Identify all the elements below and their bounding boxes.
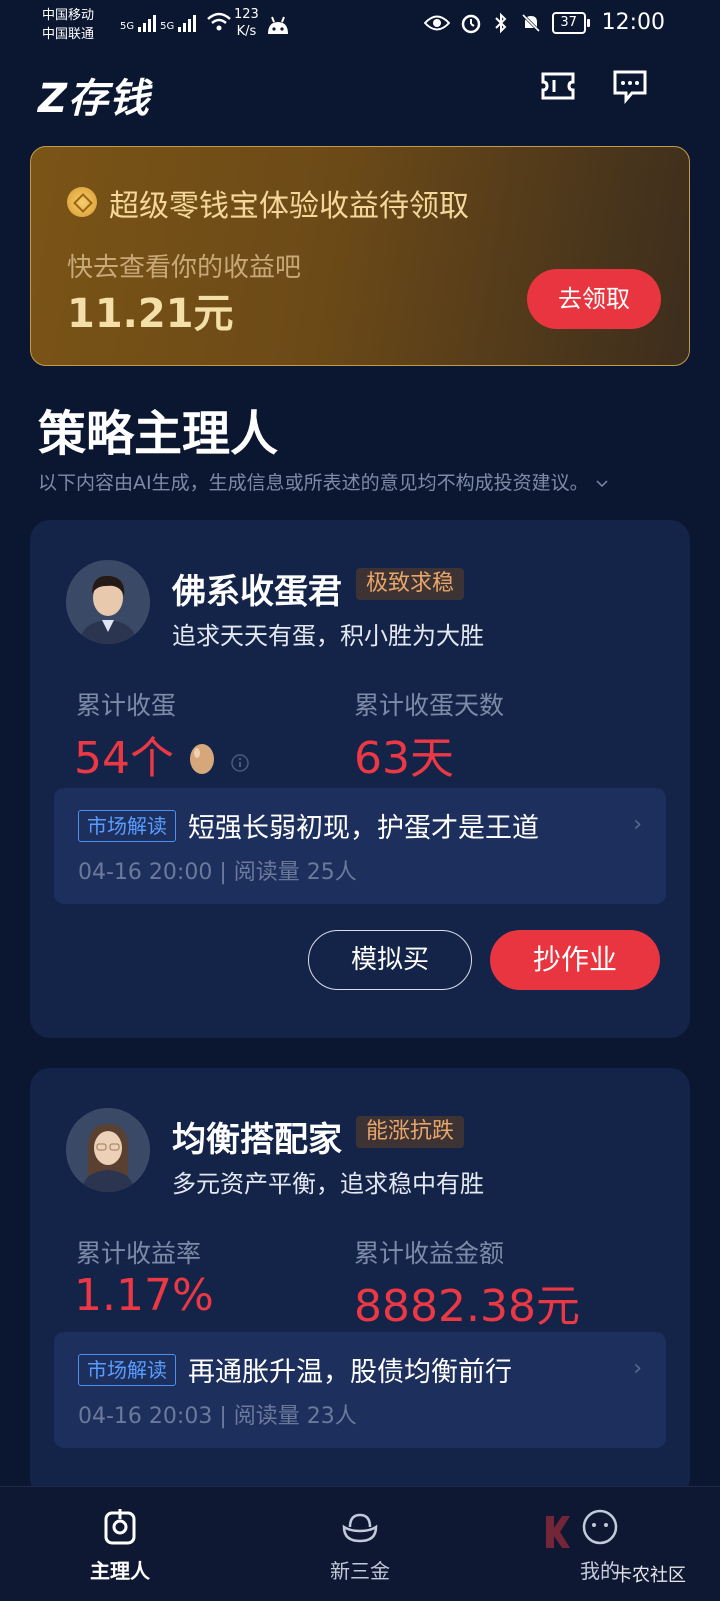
copy-strategy-button[interactable]: 抄作业: [490, 930, 660, 990]
news-meta: 04-16 20:00 | 阅读量 25人: [78, 860, 357, 885]
stat2-value: 8882.38元: [354, 1281, 580, 1332]
news-title: 短强长弱初现，护蛋才是王道: [188, 813, 539, 844]
eye-icon: [423, 15, 450, 30]
stat2-value: 63天: [354, 733, 454, 784]
news-badge: 市场解读: [78, 1354, 176, 1386]
news-title: 再通胀升温，股债均衡前行: [188, 1357, 512, 1388]
news-meta: 04-16 20:03 | 阅读量 23人: [78, 1404, 357, 1429]
stat2-label: 累计收蛋天数: [354, 691, 505, 720]
chevron-right-icon: ›: [633, 812, 642, 837]
stat1-value: 1.17%: [74, 1270, 214, 1321]
alarm-icon: [461, 14, 480, 33]
market-news[interactable]: 市场解读 再通胀升温，股债均衡前行 04-16 20:03 | 阅读量 23人 …: [54, 1332, 666, 1448]
watermark-logo-icon: [546, 1516, 570, 1548]
android-icon: [268, 16, 288, 34]
bluetooth-vibrate-icon: [494, 12, 507, 33]
stat1-number: 54个: [74, 733, 174, 784]
coin-icon: [67, 187, 97, 217]
nav-label: 主理人: [90, 1559, 150, 1583]
status-icons: 37 12:00: [423, 10, 665, 35]
style-tag: 极致求稳: [356, 568, 465, 600]
avatar: [66, 1108, 150, 1192]
status-bar: 中国移动 中国联通 5G 5G 123 K/s 37 12:00: [0, 0, 720, 48]
carrier-1: 中国移动: [42, 8, 95, 23]
clock: 12:00: [601, 10, 665, 35]
nav-item-manager[interactable]: 主理人: [60, 1507, 180, 1584]
message-icon[interactable]: [612, 68, 648, 104]
disclaimer-text: 以下内容由AI生成，生成信息或所表述的意见均不构成投资建议。: [38, 472, 589, 494]
info-icon[interactable]: [230, 753, 250, 773]
net-type-2: 5G: [160, 21, 175, 32]
speed-unit: K/s: [236, 24, 257, 39]
strategist-desc: 多元资产平衡，追求稳中有胜: [172, 1170, 484, 1198]
avatar-female-icon: [66, 1108, 150, 1192]
strategy-card[interactable]: 均衡搭配家 能涨抗跌 多元资产平衡，追求稳中有胜 累计收益率 1.17% 累计收…: [30, 1068, 690, 1498]
strategist-name: 均衡搭配家: [172, 1120, 342, 1160]
ingot-icon: [342, 1513, 378, 1543]
reward-banner[interactable]: 超级零钱宝体验收益待领取 快去查看你的收益吧 11.21元 去领取: [30, 146, 690, 366]
strategist-desc: 追求天天有蛋，积小胜为大胜: [172, 622, 484, 650]
avatar: [66, 560, 150, 644]
chevron-down-icon: [596, 480, 608, 488]
signal-indicators: 5G 5G: [120, 12, 232, 32]
section-title: 策略主理人: [38, 406, 279, 462]
signal-icon: [138, 15, 157, 32]
nav-item-new-three[interactable]: 新三金: [300, 1507, 420, 1584]
claim-button[interactable]: 去领取: [527, 269, 661, 329]
carrier-2: 中国联通: [42, 27, 95, 42]
strategist-name: 佛系收蛋君: [172, 572, 342, 612]
net-type-1: 5G: [120, 21, 135, 32]
style-tag: 能涨抗跌: [356, 1116, 465, 1148]
wifi-icon: [207, 12, 232, 31]
watermark-text: 卡农社区: [614, 1565, 686, 1586]
egg-icon: [190, 744, 214, 774]
news-badge: 市场解读: [78, 810, 176, 842]
mute-icon: [520, 12, 541, 33]
stat1-value: 54个: [74, 722, 250, 786]
battery-icon: 37: [551, 11, 590, 34]
banner-subtitle: 快去查看你的收益吧: [67, 253, 302, 283]
market-news[interactable]: 市场解读 短强长弱初现，护蛋才是王道 04-16 20:00 | 阅读量 25人…: [54, 788, 666, 904]
manager-icon: [104, 1509, 136, 1545]
stat1-label: 累计收蛋: [76, 691, 177, 720]
ai-disclaimer[interactable]: 以下内容由AI生成，生成信息或所表述的意见均不构成投资建议。: [38, 468, 609, 495]
nav-label: 新三金: [330, 1559, 390, 1583]
speed-value: 123: [234, 7, 259, 22]
stat1-label: 累计收益率: [76, 1239, 202, 1268]
stat2-label: 累计收益金额: [354, 1239, 505, 1268]
avatar-male-icon: [66, 560, 150, 644]
app-logo: Z存钱: [38, 76, 151, 122]
network-speed: 123 K/s: [234, 6, 259, 40]
banner-title: 超级零钱宝体验收益待领取: [109, 189, 469, 224]
carrier-info: 中国移动 中国联通: [42, 6, 94, 44]
strategy-card[interactable]: 佛系收蛋君 极致求稳 追求天天有蛋，积小胜为大胜 累计收蛋 54个 累计收蛋天数…: [30, 520, 690, 1038]
ticket-icon[interactable]: [540, 68, 576, 104]
chevron-right-icon: ›: [633, 1356, 642, 1381]
signal-icon-2: [178, 15, 197, 32]
simulate-buy-button[interactable]: 模拟买: [308, 930, 472, 990]
banner-amount: 11.21元: [67, 291, 234, 337]
